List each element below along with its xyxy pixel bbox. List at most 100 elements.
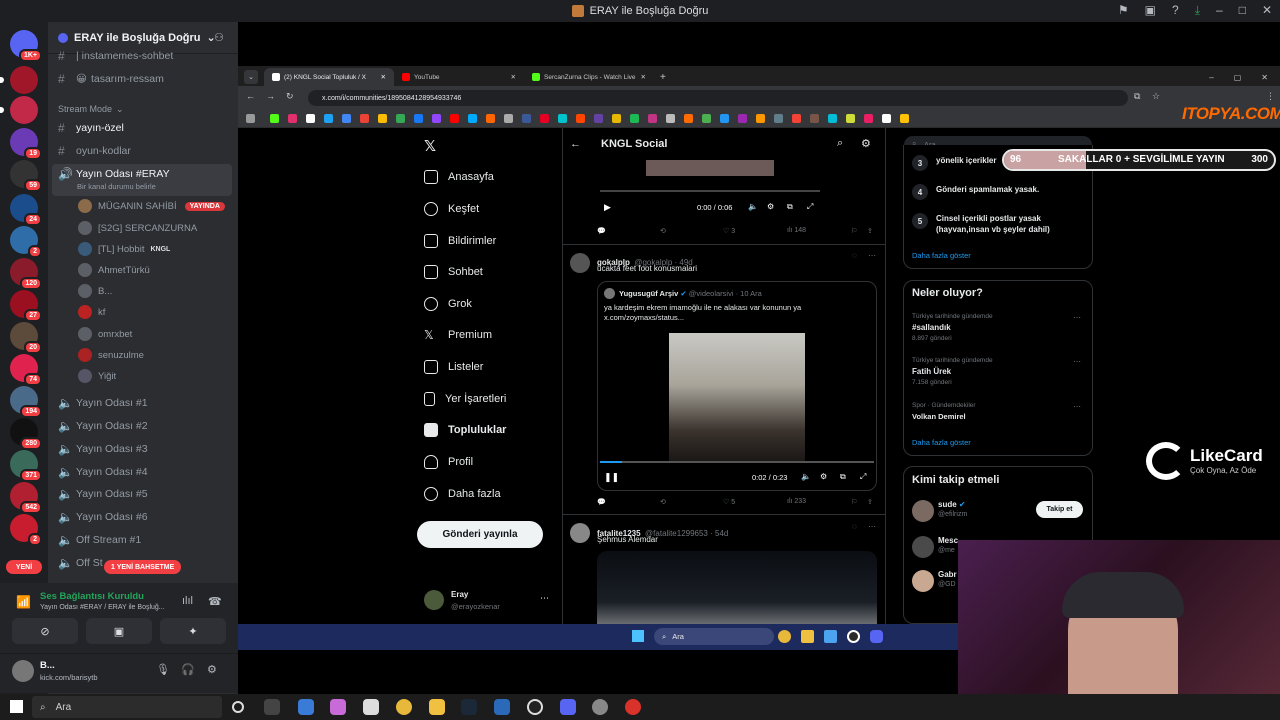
- trend-item[interactable]: Volkan Demirel: [912, 412, 966, 421]
- bookmark-icon[interactable]: [810, 114, 819, 123]
- video-progress[interactable]: [600, 461, 874, 463]
- user-name[interactable]: B...: [40, 660, 55, 671]
- close-tab-icon[interactable]: ✕: [641, 73, 646, 81]
- bookmark-icon[interactable]: [756, 114, 765, 123]
- grok-icon[interactable]: ◌: [852, 251, 857, 260]
- follow-name[interactable]: Mesc: [938, 536, 958, 545]
- settings-icon[interactable]: ⚙: [861, 137, 871, 150]
- download-icon[interactable]: ⤓: [1195, 3, 1200, 18]
- explorer-icon[interactable]: [429, 699, 445, 715]
- follow-handle[interactable]: @me: [938, 547, 955, 554]
- back-icon[interactable]: ←: [246, 91, 255, 101]
- browser-maximize[interactable]: ▢: [1234, 73, 1242, 82]
- pip-icon[interactable]: ⧉: [840, 472, 846, 482]
- url-field[interactable]: x.com/i/communities/1895084128954933746: [308, 90, 1128, 106]
- server-icon[interactable]: 280: [10, 418, 42, 450]
- signal-icon[interactable]: 📶: [16, 595, 31, 609]
- browser-tab[interactable]: SercanZurna Clips - Watch Live ✕: [524, 68, 654, 86]
- bookmark-icon[interactable]: [540, 114, 549, 123]
- nav-lists[interactable]: Listeler: [424, 355, 483, 379]
- apps-icon[interactable]: [246, 114, 255, 123]
- voice-room[interactable]: 🔈 Yayın Odası #3: [58, 439, 148, 459]
- add-member-icon[interactable]: ⚇: [214, 31, 224, 44]
- volume-icon[interactable]: 🔈: [748, 202, 758, 211]
- bookmark-icon[interactable]: [486, 114, 495, 123]
- voice-user[interactable]: [S2G] SERCANZURNA: [78, 218, 197, 238]
- more-icon[interactable]: ⋯: [1073, 313, 1081, 322]
- follow-name[interactable]: sude ✔: [938, 500, 966, 509]
- close-tab-icon[interactable]: ✕: [381, 73, 386, 81]
- bookmark-icon[interactable]: [576, 114, 585, 123]
- nav-communities[interactable]: Topluluklar: [424, 418, 506, 442]
- trend-item[interactable]: Fatih Ürek: [912, 367, 951, 376]
- bookmark-icon[interactable]: [882, 114, 891, 123]
- browser-minimize[interactable]: –: [1209, 73, 1213, 82]
- close-button[interactable]: ✕: [1262, 3, 1272, 18]
- account-menu-icon[interactable]: ⋯: [540, 593, 549, 604]
- bookmark-icon[interactable]: [774, 114, 783, 123]
- voice-user[interactable]: senuzulme: [78, 345, 144, 365]
- browser-close[interactable]: ✕: [1261, 73, 1268, 82]
- close-tab-icon[interactable]: ✕: [511, 73, 516, 81]
- steam-icon[interactable]: [461, 699, 477, 715]
- mention-badge[interactable]: 1 YENİ BAHSETME: [104, 560, 182, 574]
- notepad-icon[interactable]: [363, 699, 379, 715]
- follow-handle[interactable]: @efilrizm: [938, 511, 967, 518]
- views-count[interactable]: ılı 148: [787, 227, 806, 234]
- nav-more[interactable]: Daha fazla: [424, 482, 501, 506]
- browser-tab[interactable]: YouTube ✕: [394, 68, 524, 86]
- settings-icon[interactable]: ⚙: [767, 202, 774, 211]
- voice-status[interactable]: Bir kanal durumu belirle: [77, 182, 156, 191]
- menu-icon[interactable]: ⋮: [1266, 91, 1275, 102]
- more-icon[interactable]: ⋯: [1073, 357, 1081, 366]
- bookmark-icon[interactable]: [522, 114, 531, 123]
- camera-off-button[interactable]: ⊘: [12, 618, 78, 644]
- flag-icon[interactable]: ⚑: [1118, 3, 1129, 18]
- show-more-link[interactable]: Daha fazla göster: [912, 251, 971, 260]
- server-icon[interactable]: 194: [10, 386, 42, 418]
- bookmark-icon[interactable]: [360, 114, 369, 123]
- voice-room[interactable]: 🔈 Off St: [58, 553, 103, 573]
- server-icon-home[interactable]: 1K+: [10, 30, 42, 62]
- voice-room[interactable]: 🔈 Yayın Odası #4: [58, 462, 148, 482]
- follow-handle[interactable]: @GD: [938, 581, 956, 588]
- reload-icon[interactable]: ↻: [286, 91, 294, 102]
- user-status[interactable]: kick.com/barisytb: [40, 673, 98, 682]
- widgets-icon[interactable]: [264, 699, 280, 715]
- category-header[interactable]: Stream Mode ⌄: [58, 99, 124, 119]
- taskbar-search[interactable]: ⌕ Ara: [32, 696, 222, 718]
- play-icon[interactable]: ▶: [604, 202, 611, 213]
- bookmark-icon[interactable]: [432, 114, 441, 123]
- avatar[interactable]: [424, 590, 444, 610]
- bookmark-icon[interactable]: [468, 114, 477, 123]
- server-icon[interactable]: 74: [10, 354, 42, 386]
- server-icon[interactable]: [0, 66, 38, 94]
- voice-status-detail[interactable]: Yayın Odası #ERAY / ERAY ile Boşluğ...: [40, 604, 165, 611]
- bookmark-icon[interactable]: [288, 114, 297, 123]
- soundboard-icon[interactable]: ılıl: [182, 595, 193, 607]
- bookmark-icon[interactable]: [558, 114, 567, 123]
- pip-icon[interactable]: ⧉: [787, 202, 793, 212]
- bookmark-icon[interactable]: [648, 114, 657, 123]
- nav-profile[interactable]: Profil: [424, 450, 473, 474]
- server-icon[interactable]: 19: [10, 128, 42, 160]
- nav-bookmarks[interactable]: Yer İşaretleri: [424, 387, 506, 411]
- bookmark-icon[interactable]: [396, 114, 405, 123]
- bookmark-icon[interactable]: [414, 114, 423, 123]
- browser-tab[interactable]: (2) KNGL Social Topluluk / X ✕: [264, 68, 394, 86]
- voice-room[interactable]: 🔈 Yayın Odası #5: [58, 484, 148, 504]
- server-icon[interactable]: 20: [10, 322, 42, 354]
- star-icon[interactable]: ☆: [1152, 91, 1160, 102]
- gear-icon[interactable]: ⚙: [207, 663, 217, 676]
- server-icon[interactable]: 59: [10, 160, 42, 192]
- follow-name[interactable]: Gabr: [938, 570, 957, 579]
- bookmark-icon[interactable]: [504, 114, 513, 123]
- like-button[interactable]: ♡ 5: [723, 498, 735, 506]
- bookmark-icon[interactable]: [792, 114, 801, 123]
- views-count[interactable]: ılı 233: [787, 498, 806, 505]
- voice-status-title[interactable]: Ses Bağlantısı Kuruldu: [40, 591, 144, 602]
- server-icon[interactable]: 24: [10, 194, 42, 226]
- channel-item[interactable]: # oyun-kodlar: [58, 141, 131, 161]
- nav-grok[interactable]: Grok: [424, 292, 472, 316]
- mic-icon[interactable]: 🎙: [156, 663, 170, 676]
